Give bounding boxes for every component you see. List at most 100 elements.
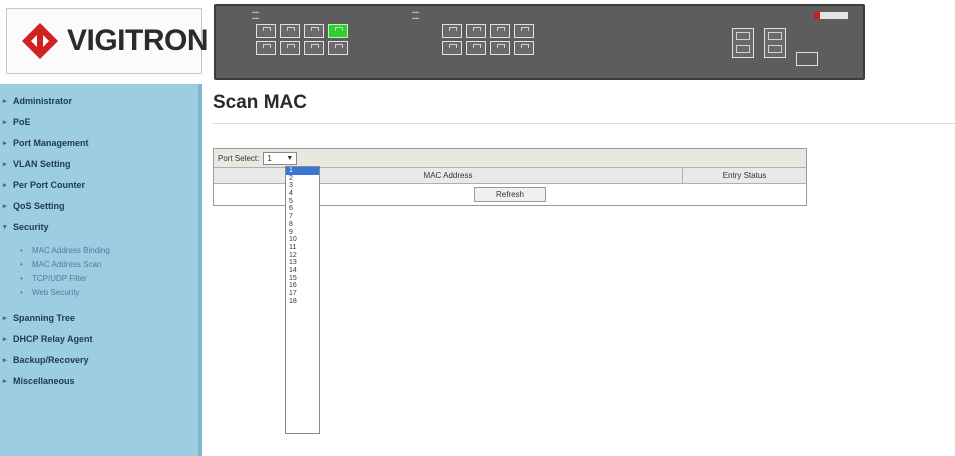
sidebar-item-label: DHCP Relay Agent	[13, 333, 93, 344]
port-icon[interactable]	[442, 24, 462, 38]
port-icon[interactable]	[466, 41, 486, 55]
chevron-down-icon: ▼	[286, 154, 294, 162]
sidebar-item-label: Administrator	[13, 95, 73, 106]
sidebar-item-per-port-counter[interactable]: ▸ Per Port Counter	[0, 174, 198, 195]
header: VIGITRON ▪▪▪▪ ▪▪▪▪ ▪▪▪▪ ▪▪▪▪	[0, 0, 955, 84]
sidebar-item-dhcp-relay-agent[interactable]: ▸ DHCP Relay Agent	[0, 328, 198, 349]
sidebar-item-port-management[interactable]: ▸ Port Management	[0, 132, 198, 153]
expand-arrow-icon: ▸	[3, 139, 7, 147]
console-port-icon	[796, 52, 818, 66]
dropdown-option[interactable]: 12	[286, 252, 319, 260]
port-icon-active[interactable]	[328, 24, 348, 38]
dropdown-option[interactable]: 13	[286, 259, 319, 267]
sidebar-item-miscellaneous[interactable]: ▸ Miscellaneous	[0, 370, 198, 391]
sidebar-subitem-web-security[interactable]: • Web Security	[0, 285, 198, 299]
port-icon[interactable]	[466, 24, 486, 38]
sidebar: ▸ Administrator ▸ PoE ▸ Port Management ▸ VL…	[0, 84, 202, 456]
bullet-icon: •	[20, 259, 23, 269]
port-icon[interactable]	[442, 41, 462, 55]
switch-front-panel: ▪▪▪▪ ▪▪▪▪ ▪▪▪▪ ▪▪▪▪	[214, 4, 865, 80]
port-icon[interactable]	[256, 41, 276, 55]
dropdown-option[interactable]: 18	[286, 298, 319, 306]
expand-arrow-icon: ▸	[3, 97, 7, 105]
dropdown-option[interactable]: 7	[286, 213, 319, 221]
collapse-arrow-icon: ▾	[3, 223, 7, 231]
dropdown-option[interactable]: 15	[286, 275, 319, 283]
dropdown-option[interactable]: 1	[286, 167, 319, 175]
sidebar-item-label: Security	[13, 221, 49, 232]
sidebar-subitem-label: MAC Address Scan	[32, 259, 102, 269]
panel-label-2: ▪▪▪▪ ▪▪▪▪	[412, 10, 420, 22]
expand-arrow-icon: ▸	[3, 160, 7, 168]
brand-badge-icon	[820, 12, 848, 19]
port-icon[interactable]	[280, 41, 300, 55]
sidebar-item-label: Spanning Tree	[13, 312, 76, 323]
expand-arrow-icon: ▸	[3, 202, 7, 210]
dropdown-option[interactable]: 3	[286, 182, 319, 190]
expand-arrow-icon: ▸	[3, 335, 7, 343]
sidebar-item-vlan-setting[interactable]: ▸ VLAN Setting	[0, 153, 198, 174]
vigitron-logo-icon	[21, 22, 59, 60]
port-select-value: 1	[267, 153, 272, 163]
bullet-icon: •	[20, 273, 23, 283]
sfp-port-icon[interactable]	[732, 28, 754, 58]
port-icon[interactable]	[490, 41, 510, 55]
port-select-label: Port Select:	[218, 153, 260, 163]
port-icon[interactable]	[304, 41, 324, 55]
sidebar-item-label: VLAN Setting	[13, 158, 71, 169]
sidebar-subitem-mac-address-binding[interactable]: • MAC Address Binding	[0, 243, 198, 257]
refresh-button[interactable]: Refresh	[474, 187, 546, 202]
sidebar-subitem-label: MAC Address Binding	[32, 245, 110, 255]
sidebar-item-label: Miscellaneous	[13, 375, 75, 386]
dropdown-option[interactable]: 6	[286, 205, 319, 213]
sidebar-item-security[interactable]: ▾ Security	[0, 216, 198, 237]
sidebar-item-spanning-tree[interactable]: ▸ Spanning Tree	[0, 307, 198, 328]
dropdown-option[interactable]: 8	[286, 221, 319, 229]
dropdown-option[interactable]: 14	[286, 267, 319, 275]
dropdown-option[interactable]: 2	[286, 175, 319, 183]
dropdown-option[interactable]: 17	[286, 290, 319, 298]
port-icon[interactable]	[328, 41, 348, 55]
sidebar-item-label: Backup/Recovery	[13, 354, 89, 365]
dropdown-option[interactable]: 5	[286, 198, 319, 206]
column-header-entry-status: Entry Status	[722, 171, 767, 180]
port-select-dropdown-list[interactable]: 1 2 3 4 5 6 7 8 9 10 11 12 13 14 15 16 17 18	[285, 166, 320, 434]
sidebar-item-label: Per Port Counter	[13, 179, 86, 190]
dropdown-option[interactable]: 9	[286, 229, 319, 237]
port-icon[interactable]	[256, 24, 276, 38]
dropdown-option[interactable]: 10	[286, 236, 319, 244]
dropdown-option[interactable]: 4	[286, 190, 319, 198]
port-icon[interactable]	[280, 24, 300, 38]
title-divider	[213, 123, 955, 124]
sfp-port-icon[interactable]	[764, 28, 786, 58]
bullet-icon: •	[20, 287, 23, 297]
sidebar-subitem-tcp-udp-filter[interactable]: • TCP/UDP Filter	[0, 271, 198, 285]
port-icon[interactable]	[304, 24, 324, 38]
sidebar-item-label: Port Management	[13, 137, 89, 148]
port-icon[interactable]	[514, 24, 534, 38]
port-select-row: Port Select: 1 ▼	[214, 149, 806, 167]
sidebar-subitem-mac-address-scan[interactable]: • MAC Address Scan	[0, 257, 198, 271]
bullet-icon: •	[20, 245, 23, 255]
expand-arrow-icon: ▸	[3, 356, 7, 364]
expand-arrow-icon: ▸	[3, 118, 7, 126]
logo-text: VIGITRON	[67, 24, 209, 57]
sidebar-item-qos-setting[interactable]: ▸ QoS Setting	[0, 195, 198, 216]
port-icon[interactable]	[490, 24, 510, 38]
page-title: Scan MAC	[213, 92, 307, 113]
sidebar-item-label: PoE	[13, 116, 31, 127]
sidebar-subitem-label: Web Security	[32, 287, 80, 297]
expand-arrow-icon: ▸	[3, 314, 7, 322]
logo: VIGITRON	[6, 8, 209, 74]
port-select[interactable]: 1 ▼	[263, 151, 298, 165]
expand-arrow-icon: ▸	[3, 377, 7, 385]
sidebar-item-backup-recovery[interactable]: ▸ Backup/Recovery	[0, 349, 198, 370]
sidebar-item-poe[interactable]: ▸ PoE	[0, 111, 198, 132]
port-icon[interactable]	[514, 41, 534, 55]
dropdown-option[interactable]: 11	[286, 244, 319, 252]
port-group-2	[442, 24, 534, 55]
dropdown-option[interactable]: 16	[286, 282, 319, 290]
sidebar-item-label: QoS Setting	[13, 200, 65, 211]
sidebar-subitem-label: TCP/UDP Filter	[32, 273, 87, 283]
sidebar-item-administrator[interactable]: ▸ Administrator	[0, 90, 198, 111]
